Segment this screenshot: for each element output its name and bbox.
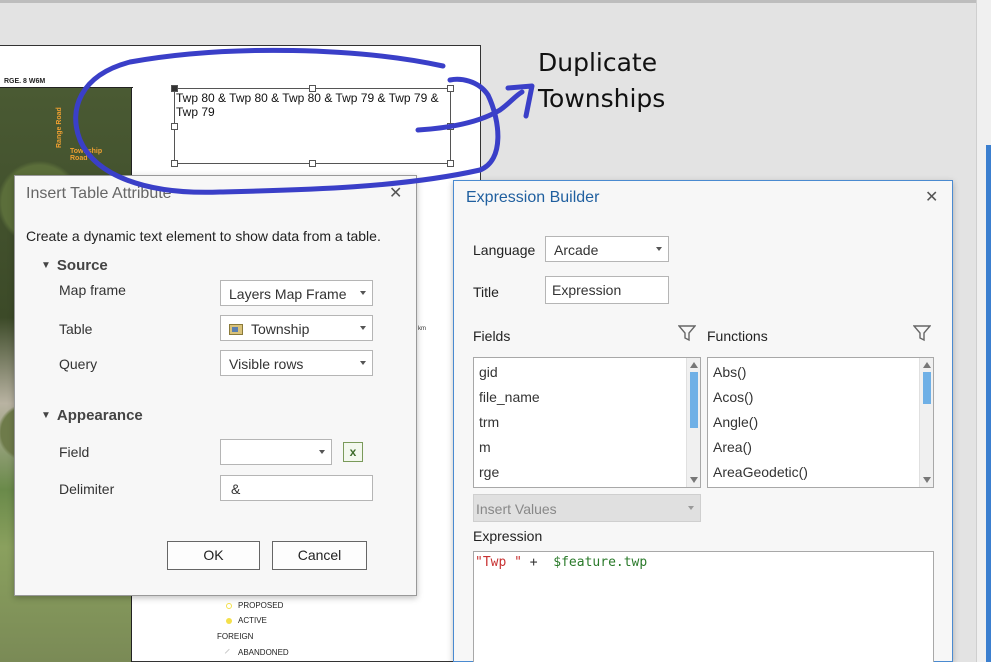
legend-item-abandoned: ABANDONED (224, 648, 289, 657)
chevron-down-icon: ▼ (41, 260, 51, 271)
language-label: Language (473, 242, 536, 258)
scroll-up-icon[interactable] (923, 362, 931, 368)
functions-label: Functions (707, 328, 768, 344)
chevron-down-icon (656, 247, 662, 251)
close-icon[interactable]: ✕ (389, 186, 402, 202)
expression-variable-token: $feature.twp (553, 555, 648, 570)
functions-list[interactable]: Abs() Acos() Angle() Area() AreaGeodetic… (707, 357, 934, 488)
township-road-label: Township Road (70, 148, 103, 162)
map-header-label: RGE. 8 W6M (0, 76, 133, 88)
list-item[interactable]: AreaGeodetic() (713, 464, 808, 480)
query-label: Query (59, 356, 98, 372)
insert-table-attribute-dialog: Insert Table Attribute ✕ Create a dynami… (14, 175, 417, 596)
resize-handle-right[interactable] (447, 123, 454, 130)
chevron-down-icon: ▼ (41, 410, 51, 421)
range-road-label: Range Road (56, 107, 63, 148)
language-dropdown[interactable]: Arcade (545, 236, 669, 262)
legend-item-proposed: PROPOSED (226, 601, 283, 610)
table-label: Table (59, 321, 93, 337)
legend-proposed-icon (226, 602, 232, 609)
fields-scrollbar[interactable] (686, 358, 700, 487)
list-item[interactable]: Angle() (713, 414, 758, 430)
chevron-down-icon (360, 291, 366, 295)
close-icon[interactable]: ✕ (925, 190, 938, 206)
expression-editor[interactable]: "Twp " + $feature.twp (473, 551, 934, 662)
insert-values-dropdown: Insert Values (473, 494, 701, 522)
title-input[interactable]: Expression (545, 276, 669, 304)
scale-unit-label: km (418, 326, 426, 332)
list-item[interactable]: Abs() (713, 364, 746, 380)
selected-text-element[interactable]: Twp 80 & Twp 80 & Twp 80 & Twp 79 & Twp … (174, 88, 451, 164)
dialog-title: Insert Table Attribute (26, 185, 172, 202)
resize-handle-bottom[interactable] (309, 160, 316, 167)
list-item[interactable]: file_name (479, 389, 540, 405)
dynamic-text-content: Twp 80 & Twp 80 & Twp 80 & Twp 79 & Twp … (176, 91, 439, 119)
scroll-thumb[interactable] (690, 372, 698, 428)
list-item[interactable]: m (479, 439, 491, 455)
dialog-description: Create a dynamic text element to show da… (26, 228, 381, 244)
expression-builder-dialog: Expression Builder ✕ Language Arcade Tit… (453, 180, 953, 662)
list-item[interactable]: trm (479, 414, 499, 430)
expression-operator-token: + (521, 555, 554, 570)
scroll-down-icon[interactable] (923, 477, 931, 483)
table-dropdown[interactable]: Township (220, 315, 373, 341)
delimiter-input[interactable]: & (220, 475, 373, 501)
functions-scrollbar[interactable] (919, 358, 933, 487)
expression-string-token: "Twp " (475, 555, 522, 570)
chevron-down-icon (688, 506, 694, 510)
list-item[interactable]: Acos() (713, 389, 753, 405)
resize-handle-bottom-left[interactable] (171, 160, 178, 167)
resize-handle-left[interactable] (171, 123, 178, 130)
list-item[interactable]: gid (479, 364, 498, 380)
resize-handle-top-left[interactable] (171, 85, 178, 92)
scroll-down-icon[interactable] (690, 477, 698, 483)
field-label: Field (59, 444, 90, 460)
delimiter-label: Delimiter (59, 481, 115, 497)
scroll-up-icon[interactable] (690, 362, 698, 368)
legend-group-foreign: FOREIGN (217, 632, 254, 641)
functions-filter-icon[interactable] (913, 324, 931, 342)
field-dropdown[interactable] (220, 439, 332, 465)
appearance-section-toggle[interactable]: ▼ Appearance (41, 407, 143, 424)
chevron-down-icon (319, 450, 325, 454)
legend-item-active: ACTIVE (226, 616, 267, 625)
annotation-label: Duplicate Townships (538, 48, 666, 113)
list-item[interactable]: rge (479, 464, 499, 480)
expression-label: Expression (473, 528, 543, 544)
fields-list[interactable]: gid file_name trm m rge (473, 357, 701, 488)
fields-filter-icon[interactable] (678, 324, 696, 342)
map-frame-dropdown[interactable]: Layers Map Frame (220, 280, 373, 306)
list-item[interactable]: Area() (713, 439, 752, 455)
query-dropdown[interactable]: Visible rows (220, 350, 373, 376)
ok-button[interactable]: OK (167, 541, 260, 570)
chevron-down-icon (360, 326, 366, 330)
cancel-button[interactable]: Cancel (272, 541, 367, 570)
table-icon (229, 324, 243, 335)
legend-abandoned-icon (224, 648, 234, 657)
title-label: Title (473, 284, 499, 300)
chevron-down-icon (360, 361, 366, 365)
expression-builder-button[interactable]: x (343, 442, 363, 462)
right-panel-scrollbar[interactable] (986, 145, 991, 662)
dialog-title: Expression Builder (466, 189, 600, 206)
resize-handle-top[interactable] (309, 85, 316, 92)
source-section-toggle[interactable]: ▼ Source (41, 257, 108, 274)
fields-label: Fields (473, 328, 511, 344)
arrow-head (505, 83, 535, 119)
resize-handle-bottom-right[interactable] (447, 160, 454, 167)
map-frame-label: Map frame (59, 282, 126, 298)
legend-active-icon (226, 617, 232, 624)
resize-handle-top-right[interactable] (447, 85, 454, 92)
window-top-edge (0, 0, 991, 3)
scroll-thumb[interactable] (923, 372, 931, 404)
